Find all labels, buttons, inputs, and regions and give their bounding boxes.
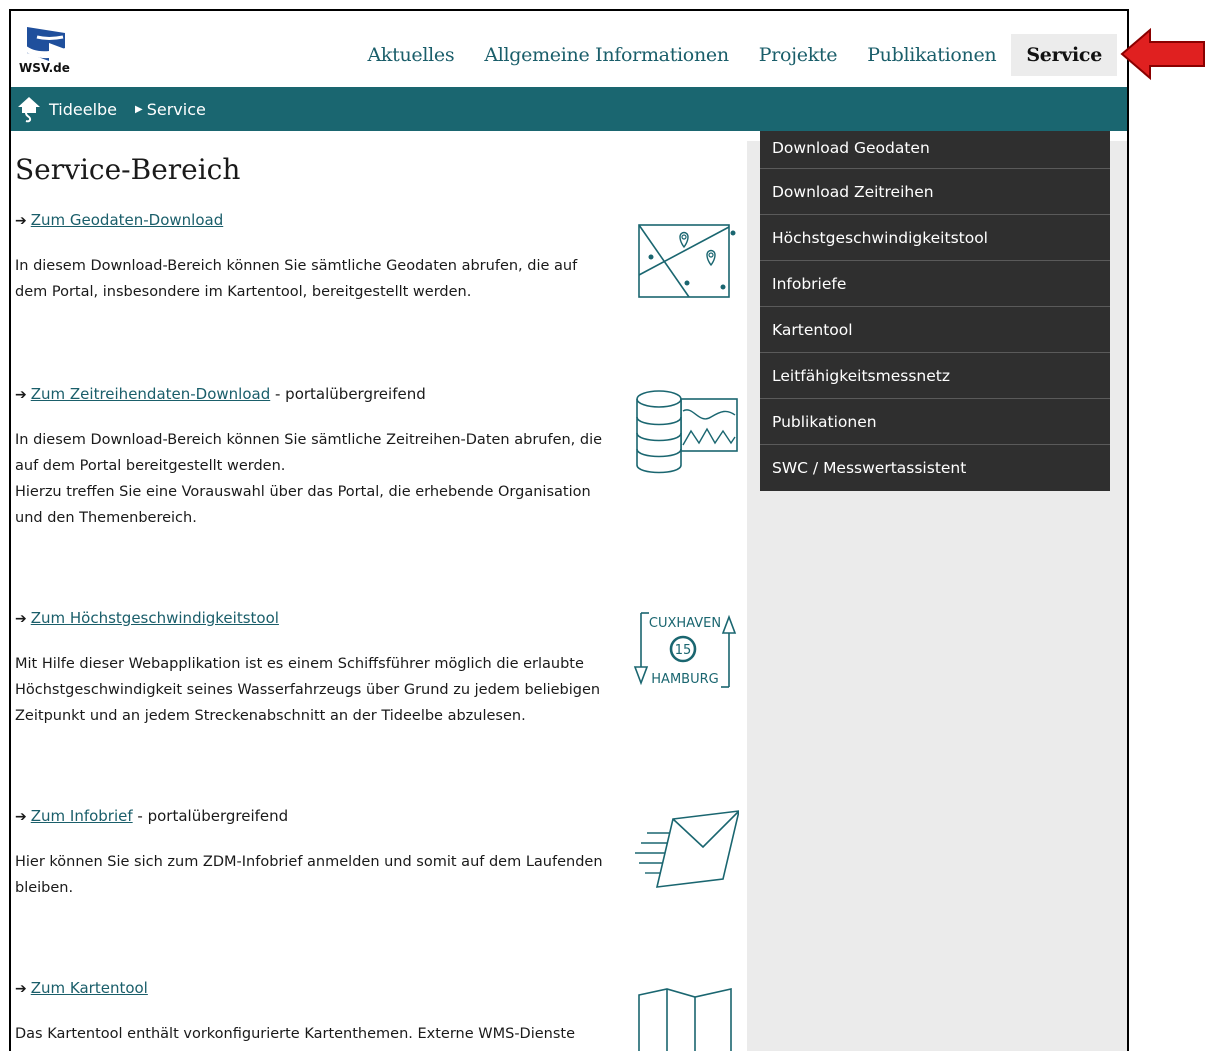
database-chart-icon[interactable]	[627, 385, 739, 475]
browser-viewport: WSV.de Aktuelles Allgemeine Informatione…	[9, 9, 1129, 1051]
folded-map-icon[interactable]	[627, 981, 739, 1051]
home-icon[interactable]	[17, 95, 41, 123]
section-description: Hier können Sie sich zum ZDM-Infobrief a…	[15, 854, 603, 896]
breadcrumb-service[interactable]: Service	[147, 100, 206, 119]
arrow-right-icon: ➔	[15, 611, 27, 627]
sidebar-item-hoechstgeschwindigkeitstool[interactable]: Höchstgeschwindigkeitstool	[760, 215, 1110, 261]
section-description: Das Kartentool enthält vorkonfigurierte …	[15, 1026, 576, 1042]
link-geodaten-download[interactable]: Zum Geodaten-Download	[31, 211, 224, 229]
sidebar-item-download-zeitreihen[interactable]: Download Zeitreihen	[760, 169, 1110, 215]
link-suffix: - portalübergreifend	[270, 385, 426, 403]
sidebar-item-swc-messwertassistent[interactable]: SWC / Messwertassistent	[760, 445, 1110, 491]
breadcrumb-tideelbe[interactable]: Tideelbe	[49, 100, 117, 119]
logo-text: WSV.de	[19, 61, 70, 75]
link-infobrief[interactable]: Zum Infobrief	[31, 807, 133, 825]
page-title: Service-Bereich	[15, 153, 241, 186]
main-navigation: Aktuelles Allgemeine Informationen Proje…	[353, 34, 1117, 76]
nav-aktuelles[interactable]: Aktuelles	[353, 34, 470, 76]
link-kartentool[interactable]: Zum Kartentool	[31, 979, 148, 997]
sidebar-item-infobriefe[interactable]: Infobriefe	[760, 261, 1110, 307]
link-hoechstgeschwindigkeitstool[interactable]: Zum Höchstgeschwindigkeitstool	[31, 609, 279, 627]
nav-allgemeine-informationen[interactable]: Allgemeine Informationen	[469, 34, 743, 76]
breadcrumb: Tideelbe ▶ Service	[11, 87, 1127, 131]
nav-projekte[interactable]: Projekte	[744, 34, 852, 76]
sidebar-item-kartentool[interactable]: Kartentool	[760, 307, 1110, 353]
breadcrumb-separator-icon: ▶	[135, 103, 143, 115]
section-description: Mit Hilfe dieser Webapplikation ist es e…	[15, 656, 601, 724]
sidebar-item-leitfaehigkeitsmessnetz[interactable]: Leitfähigkeitsmessnetz	[760, 353, 1110, 399]
envelope-icon[interactable]	[627, 803, 739, 893]
site-header: WSV.de Aktuelles Allgemeine Informatione…	[11, 11, 1127, 87]
section-description: In diesem Download-Bereich können Sie sä…	[15, 432, 603, 526]
arrow-right-icon: ➔	[15, 213, 27, 229]
section-description: In diesem Download-Bereich können Sie sä…	[15, 258, 578, 300]
service-sidebar-menu: Download Geodaten Download Zeitreihen Hö…	[760, 131, 1110, 491]
arrow-right-icon: ➔	[15, 981, 27, 997]
speed-sign-icon[interactable]: CUXHAVEN 15 HAMBURG	[627, 609, 739, 699]
annotation-arrow-icon	[1120, 27, 1205, 81]
sidebar-item-download-geodaten[interactable]: Download Geodaten	[760, 131, 1110, 169]
nav-publikationen[interactable]: Publikationen	[852, 34, 1011, 76]
speed-sign-value: 15	[675, 643, 692, 658]
arrow-right-icon: ➔	[15, 809, 27, 825]
map-pins-icon[interactable]	[627, 217, 739, 307]
link-zeitreihendaten-download[interactable]: Zum Zeitreihendaten-Download	[31, 385, 271, 403]
sidebar-item-publikationen[interactable]: Publikationen	[760, 399, 1110, 445]
speed-sign-bottom-label: HAMBURG	[651, 672, 718, 687]
speed-sign-top-label: CUXHAVEN	[649, 616, 721, 631]
arrow-right-icon: ➔	[15, 387, 27, 403]
nav-service[interactable]: Service	[1011, 34, 1117, 76]
link-suffix: - portalübergreifend	[132, 807, 289, 825]
